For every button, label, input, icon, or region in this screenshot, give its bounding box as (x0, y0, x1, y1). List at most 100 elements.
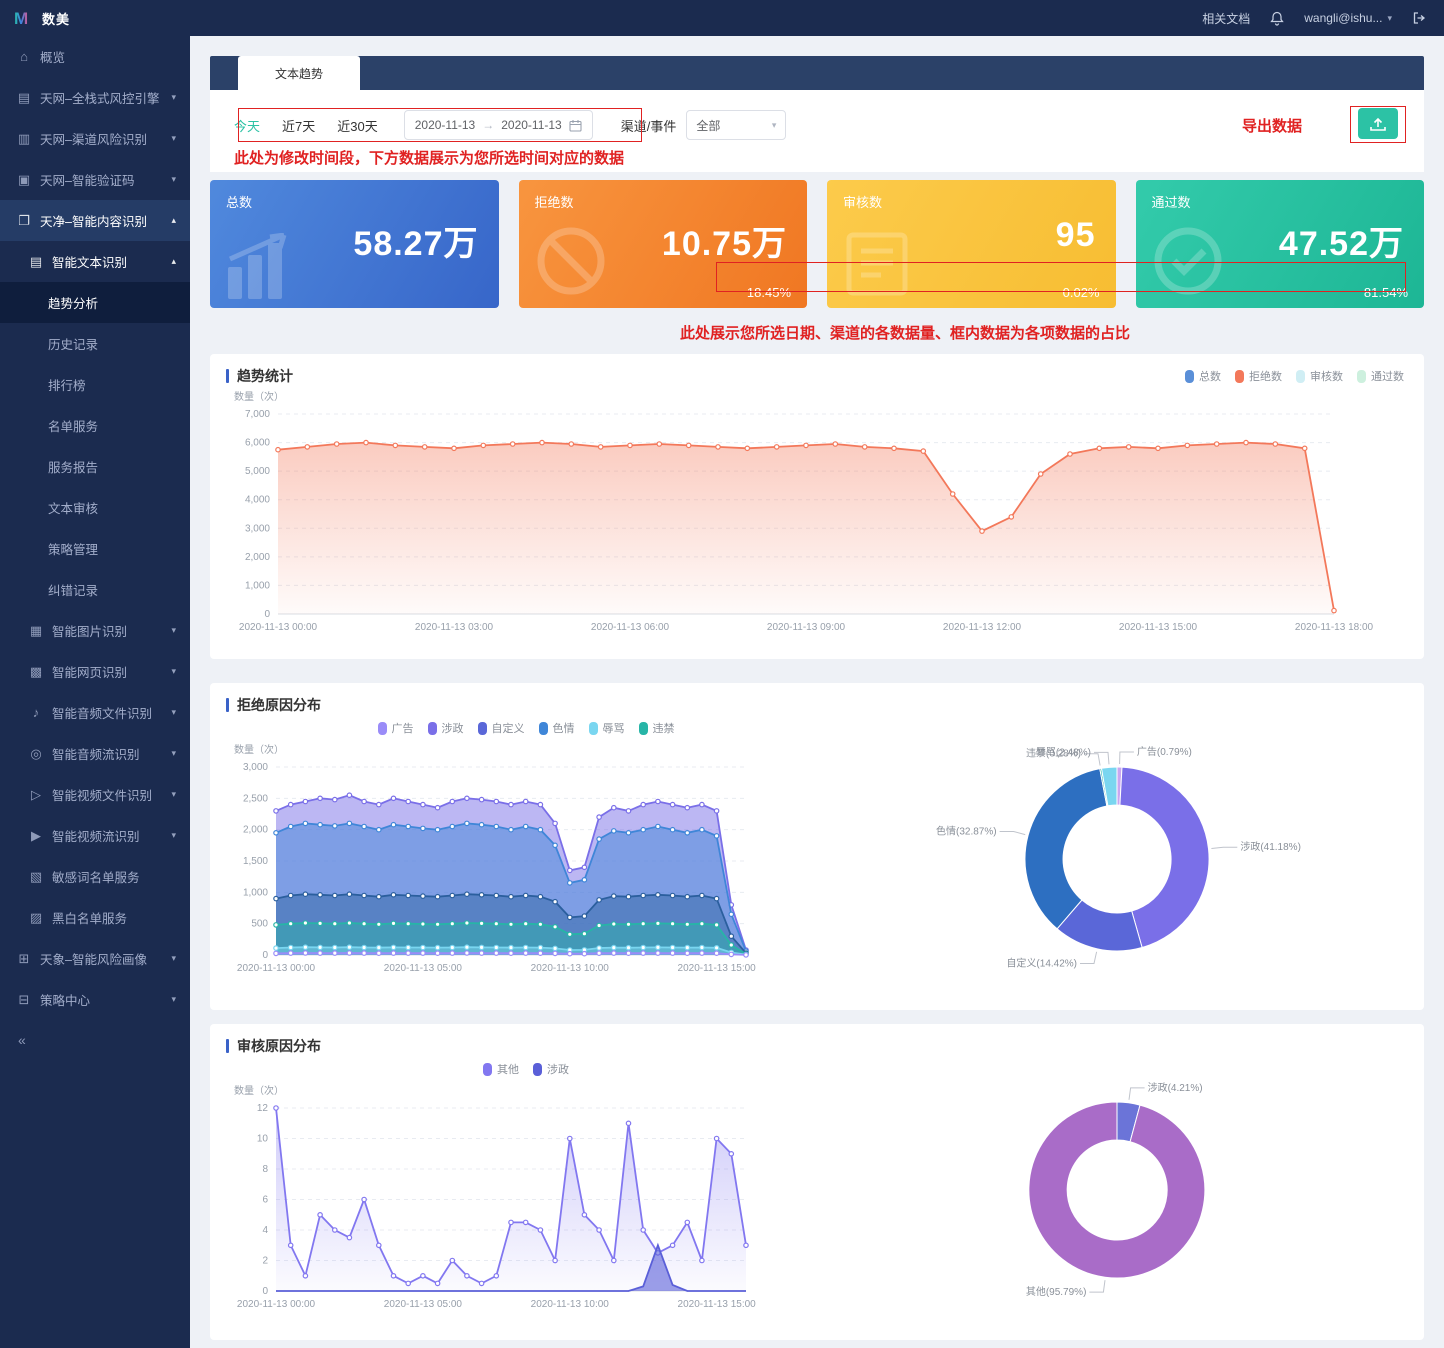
sidebar-item-label: 天象–智能风险画像 (40, 953, 147, 967)
quick-filter-2[interactable]: 近30天 (337, 116, 377, 135)
legend-item-2[interactable]: 审核数 (1296, 368, 1343, 384)
date-range-picker[interactable]: 2020-11-13 → 2020-11-13 (403, 110, 593, 140)
stat-card-percent: 0.02% (1062, 285, 1100, 300)
svg-text:涉政(4.21%): 涉政(4.21%) (1148, 1081, 1203, 1094)
reject-card-title-text: 拒绝原因分布 (237, 697, 321, 713)
sidebar-collapse-icon[interactable]: « (0, 1020, 190, 1060)
stat-card-2: 审核数 95 0.02% (827, 180, 1116, 308)
logo-m-icon: M (14, 9, 28, 27)
sidebar-item-22[interactable]: ⊞ 天象–智能风险画像 ▾ (0, 938, 190, 979)
risk-profile-icon: ⊞ (18, 950, 30, 966)
sidebar-item-19[interactable]: ▶ 智能视频流识别 ▾ (0, 815, 190, 856)
sidebar-item-20[interactable]: ▧ 敏感词名单服务 (0, 856, 190, 897)
channel-value: 全部 (696, 118, 721, 133)
quick-filter-0[interactable]: 今天 (234, 116, 260, 135)
svg-text:1,500: 1,500 (243, 856, 268, 867)
svg-text:M: M (14, 9, 28, 27)
sidebar-item-18[interactable]: ▷ 智能视频文件识别 ▾ (0, 774, 190, 815)
image-recognition-icon: ▦ (29, 622, 43, 638)
trend-legend: 总数 拒绝数 审核数 通过数 (1185, 368, 1404, 384)
user-menu[interactable]: wangli@ishu... ▾ (1304, 11, 1392, 25)
sidebar-item-13[interactable]: 纠错记录 (0, 569, 190, 610)
channel-select[interactable]: 全部 ▾ (686, 110, 787, 140)
svg-text:3,000: 3,000 (245, 523, 270, 534)
blackwhite-list-icon: ▨ (29, 909, 43, 925)
overview-icon: ⌂ (20, 49, 28, 64)
legend-item-3[interactable]: 通过数 (1357, 368, 1404, 384)
check-circle-icon (1150, 223, 1226, 304)
sidebar-item-2[interactable]: ▥ 天网–渠道风险识别 ▾ (0, 118, 190, 159)
legend-item-1[interactable]: 涉政 (533, 1061, 569, 1077)
reject-card-title: 拒绝原因分布 (226, 695, 1408, 715)
tab-text-trend[interactable]: 文本趋势 (238, 56, 360, 90)
captcha-icon: ▣ (17, 171, 31, 187)
sidebar-item-label: 敏感词名单服务 (52, 871, 140, 885)
sidebar-nav: ⌂ 概览 ▤ 天网–全栈式风控引擎 ▾ ▥ 天网–渠道风险识别 ▾ ▣ 天网–智能验证码 ▾ ❐ 天净–… (0, 36, 190, 1020)
sidebar-item-4[interactable]: ❐ 天净–智能内容识别 ▴ (0, 200, 190, 241)
legend-label: 自定义 (491, 723, 525, 735)
bar-chart-icon (224, 232, 308, 304)
legend-item-3[interactable]: 色情 (538, 720, 575, 736)
notification-bell-icon[interactable] (1270, 11, 1284, 26)
sidebar-item-3[interactable]: ▣ 天网–智能验证码 ▾ (0, 159, 190, 200)
sidebar-item-5[interactable]: ▤ 智能文本识别 ▴ (0, 241, 190, 282)
sidebar-item-label: 文本审核 (48, 502, 99, 516)
legend-label: 拒绝数 (1249, 371, 1282, 383)
svg-text:0: 0 (264, 609, 270, 620)
sidebar-item-23[interactable]: ⊟ 策略中心 ▾ (0, 979, 190, 1020)
sidebar-item-21[interactable]: ▨ 黑白名单服务 (0, 897, 190, 938)
svg-text:1,000: 1,000 (245, 580, 270, 591)
sidebar-item-12[interactable]: 策略管理 (0, 528, 190, 569)
content-recognition-icon: ❐ (18, 212, 30, 228)
export-button[interactable] (1358, 108, 1398, 139)
logo-text: 数美 (42, 11, 71, 27)
svg-text:7,000: 7,000 (245, 409, 270, 420)
svg-text:2020-11-13 10:00: 2020-11-13 10:00 (531, 963, 610, 974)
arrow-right-icon: → (482, 118, 495, 132)
legend-pill-icon (1185, 369, 1194, 383)
sidebar-item-label: 历史记录 (48, 338, 99, 352)
sidebar-item-10[interactable]: 服务报告 (0, 446, 190, 487)
legend-item-0[interactable]: 广告 (377, 720, 414, 736)
title-accent-bar (226, 1039, 229, 1053)
legend-item-0[interactable]: 其他 (483, 1061, 519, 1077)
svg-text:10: 10 (257, 1134, 269, 1145)
legend-item-5[interactable]: 违禁 (638, 720, 675, 736)
legend-item-1[interactable]: 涉政 (427, 720, 464, 736)
strategy-center-icon: ⊟ (18, 991, 30, 1007)
chevron-down-icon: ▾ (171, 666, 176, 676)
sidebar-item-11[interactable]: 文本审核 (0, 487, 190, 528)
svg-text:2020-11-13 18:00: 2020-11-13 18:00 (1295, 622, 1374, 633)
sidebar-item-1[interactable]: ▤ 天网–全栈式风控引擎 ▾ (0, 77, 190, 118)
sidebar-item-16[interactable]: ♪ 智能音频文件识别 ▾ (0, 692, 190, 733)
legend-item-0[interactable]: 总数 (1185, 368, 1221, 384)
risk-engine-icon: ▤ (17, 89, 31, 105)
sidebar-item-7[interactable]: 历史记录 (0, 323, 190, 364)
svg-text:4: 4 (262, 1225, 268, 1236)
audio-stream-icon: ◎ (30, 745, 42, 761)
sidebar-item-0[interactable]: ⌂ 概览 (0, 36, 190, 77)
sidebar-item-8[interactable]: 排行榜 (0, 364, 190, 405)
legend-pill-icon (427, 721, 437, 735)
sidebar-item-label: 纠错记录 (48, 584, 99, 598)
legend-item-2[interactable]: 自定义 (477, 720, 525, 736)
svg-text:2020-11-13 00:00: 2020-11-13 00:00 (237, 963, 316, 974)
ban-icon (533, 223, 609, 304)
sidebar-item-9[interactable]: 名单服务 (0, 405, 190, 446)
sidebar-item-6[interactable]: 趋势分析 (0, 282, 190, 323)
legend-label: 其他 (497, 1064, 519, 1076)
docs-link[interactable]: 相关文档 (1202, 10, 1250, 27)
sidebar-item-15[interactable]: ▩ 智能网页识别 ▾ (0, 651, 190, 692)
sidebar-item-17[interactable]: ◎ 智能音频流识别 ▾ (0, 733, 190, 774)
legend-item-4[interactable]: 辱骂 (588, 720, 625, 736)
svg-text:自定义(14.42%): 自定义(14.42%) (1006, 957, 1077, 970)
chevron-down-icon: ▾ (171, 625, 176, 635)
logout-icon[interactable] (1412, 11, 1426, 25)
legend-pill-icon (1296, 369, 1305, 383)
legend-item-1[interactable]: 拒绝数 (1235, 368, 1282, 384)
sidebar-item-label: 智能图片识别 (52, 625, 128, 639)
quick-filter-1[interactable]: 近7天 (282, 116, 315, 135)
sidebar-item-14[interactable]: ▦ 智能图片识别 ▾ (0, 610, 190, 651)
svg-text:8: 8 (262, 1164, 268, 1175)
quick-filter-group: 今天 近7天 近30天 (234, 116, 400, 135)
